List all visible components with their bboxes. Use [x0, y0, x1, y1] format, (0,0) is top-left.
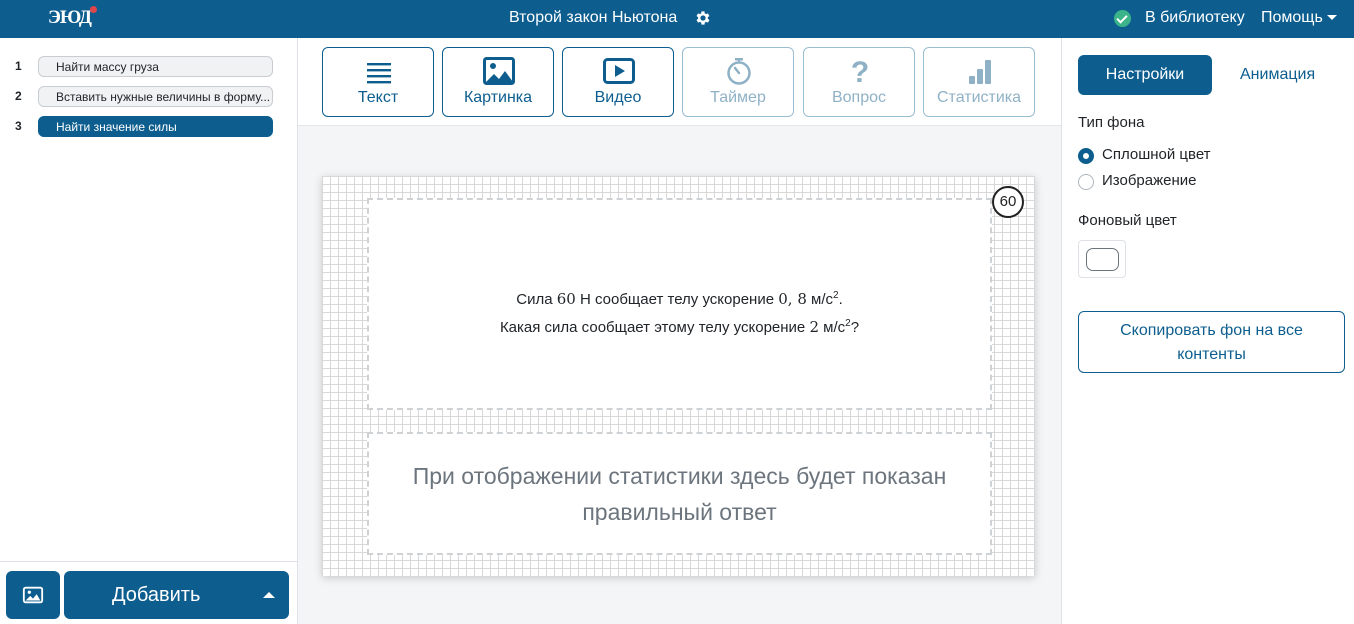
bg-image-radio[interactable] [1078, 174, 1094, 190]
add-image-tool-button[interactable]: Картинка [442, 47, 554, 117]
add-video-button[interactable]: Видео [562, 47, 674, 117]
library-link[interactable]: В библиотеку [1145, 9, 1245, 27]
unit-text: м/с [823, 319, 846, 336]
image-icon [22, 586, 44, 604]
tool-label: Видео [594, 89, 642, 106]
editor-area: Текст Картинка Видео Таймер ? Вопрос Ста… [298, 38, 1061, 624]
text-lines-icon [367, 63, 391, 84]
tool-label: Текст [357, 89, 399, 106]
timer-badge[interactable]: 60 [992, 186, 1024, 218]
check-circle-icon [1114, 10, 1131, 27]
slide-number: 3 [15, 119, 22, 133]
picture-icon [483, 57, 515, 85]
unit-text: м/с [811, 291, 834, 308]
slides-sidebar: 1 Найти массу груза 2 Вставить нужные ве… [0, 38, 298, 624]
slide-title[interactable]: Найти массу груза [38, 56, 273, 77]
question-text-block[interactable]: Сила 60 Н сообщает телу ускорение 0, 8 м… [367, 198, 992, 410]
top-bar: ЭЮД Второй закон Ньютона В библиотеку По… [0, 0, 1354, 38]
question-text-segment: . [838, 291, 843, 308]
tool-label: Вопрос [831, 89, 887, 106]
tool-label: Картинка [463, 89, 533, 106]
answer-placeholder-block[interactable]: При отображении статистики здесь будет п… [367, 432, 992, 555]
question-text-segment: Какая сила сообщает этому телу ускорение [499, 319, 806, 336]
logo[interactable]: ЭЮД [48, 6, 97, 29]
tool-label: Таймер [710, 89, 766, 106]
slide-item-1[interactable]: 1 Найти массу груза [0, 55, 298, 79]
caret-down-icon [1326, 15, 1337, 21]
add-image-button[interactable] [6, 571, 60, 619]
settings-panel: Настройки Анимация Тип фона Сплошной цве… [1061, 38, 1354, 624]
slide-canvas[interactable]: Сила 60 Н сообщает телу ускорение 0, 8 м… [322, 176, 1035, 576]
color-swatch[interactable] [1086, 248, 1119, 271]
logo-text: ЭЮД [48, 7, 92, 28]
background-type-label: Тип фона [1078, 114, 1145, 131]
help-menu[interactable]: Помощь [1261, 9, 1337, 27]
logo-dot [89, 6, 97, 13]
question-text: Сила 60 Н сообщает телу ускорение 0, 8 м… [369, 284, 990, 340]
background-color-label: Фоновый цвет [1078, 212, 1177, 229]
acceleration-value: 2 [809, 318, 819, 336]
add-statistics-button[interactable]: Статистика [923, 47, 1035, 117]
video-play-icon [603, 58, 635, 84]
acceleration-value: 0, 8 [778, 290, 807, 308]
question-text-segment: Сила [516, 291, 553, 308]
gear-icon[interactable] [694, 9, 712, 27]
tab-settings[interactable]: Настройки [1078, 55, 1212, 95]
slide-title[interactable]: Найти значение силы [38, 116, 273, 137]
force-value: 60 [556, 290, 576, 308]
add-question-button[interactable]: ? Вопрос [803, 47, 915, 117]
content-toolbar: Текст Картинка Видео Таймер ? Вопрос Ста… [298, 38, 1061, 126]
stopwatch-icon [727, 58, 751, 85]
slide-item-2[interactable]: 2 Вставить нужные величины в форму... [0, 85, 298, 109]
slide-item-3[interactable]: 3 Найти значение силы [0, 115, 298, 139]
presentation-title[interactable]: Второй закон Ньютона [509, 9, 677, 27]
answer-placeholder-line: правильный ответ [582, 499, 777, 525]
copy-background-button[interactable]: Скопировать фон на все контенты [1078, 311, 1345, 373]
copy-background-label: Скопировать фон на все [1120, 322, 1303, 339]
svg-text:?: ? [851, 57, 869, 85]
help-menu-label: Помощь [1261, 9, 1323, 26]
question-text-segment: Н сообщает телу ускорение [579, 291, 775, 308]
sidebar-footer: Добавить [0, 561, 297, 624]
bg-image-label[interactable]: Изображение [1102, 172, 1197, 189]
tab-animation[interactable]: Анимация [1240, 66, 1315, 84]
slide-number: 1 [15, 59, 22, 73]
color-picker[interactable] [1078, 240, 1126, 278]
answer-placeholder-line: При отображении статистики здесь будет п… [412, 463, 947, 489]
tool-label: Статистика [936, 89, 1022, 106]
bg-solid-label[interactable]: Сплошной цвет [1102, 146, 1211, 163]
slide-number: 2 [15, 89, 22, 103]
copy-background-label: контенты [1177, 346, 1246, 363]
add-timer-button[interactable]: Таймер [682, 47, 794, 117]
question-mark-icon: ? [851, 57, 869, 85]
slide-title[interactable]: Вставить нужные величины в форму... [38, 86, 273, 107]
bar-chart-icon [969, 60, 991, 84]
caret-up-icon[interactable] [263, 592, 275, 598]
add-text-button[interactable]: Текст [322, 47, 434, 117]
add-slide-label: Добавить [112, 584, 201, 606]
bg-solid-radio[interactable] [1078, 148, 1094, 164]
answer-placeholder-text: При отображении статистики здесь будет п… [369, 458, 990, 530]
add-slide-button[interactable]: Добавить [64, 571, 289, 619]
question-text-segment: ? [850, 319, 860, 336]
